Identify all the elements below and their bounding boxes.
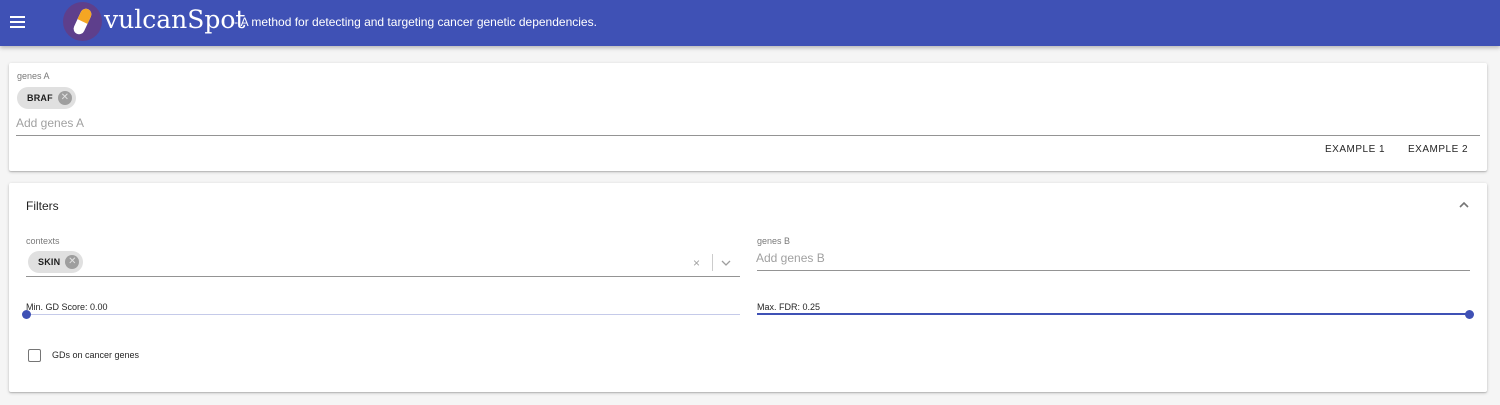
hamburger-menu-icon[interactable] (10, 16, 25, 29)
max-fdr-track[interactable] (757, 313, 1469, 315)
example-1-button[interactable]: EXAMPLE 1 (1325, 144, 1385, 156)
app-bar: vulcanSpot - A method for detecting and … (0, 0, 1500, 46)
genes-a-input[interactable] (16, 115, 1476, 131)
cancer-genes-checkbox[interactable] (28, 349, 41, 362)
context-chip-skin: SKIN ✕ (28, 251, 84, 273)
min-gd-score-rail[interactable] (26, 314, 740, 315)
filters-title[interactable]: Filters (26, 199, 59, 213)
filters-panel: Filters contexts SKIN ✕ × genes B Min. G… (9, 183, 1487, 392)
genes-b-label: genes B (757, 236, 791, 246)
genes-b-input[interactable] (756, 250, 1466, 266)
select-separator (712, 254, 713, 271)
genes-a-label: genes A (17, 71, 50, 81)
clear-icon[interactable]: × (693, 257, 700, 269)
app-tagline: - A method for detecting and targeting c… (234, 15, 597, 29)
chevron-down-icon[interactable] (720, 259, 732, 267)
min-gd-score-slider-thumb[interactable] (22, 310, 31, 319)
min-gd-score-label: Min. GD Score: 0.00 (26, 302, 108, 312)
max-fdr-label: Max. FDR: 0.25 (757, 302, 821, 312)
example-2-button[interactable]: EXAMPLE 2 (1408, 144, 1468, 156)
chip-remove-icon[interactable]: ✕ (65, 255, 80, 269)
chip-remove-icon[interactable]: ✕ (57, 91, 72, 105)
genes-a-underline (16, 135, 1480, 136)
gene-chip-label: BRAF (27, 93, 53, 103)
cancer-genes-checkbox-label[interactable]: GDs on cancer genes (52, 350, 139, 361)
gene-chip-braf: BRAF ✕ (17, 87, 76, 109)
pill-capsule-icon (63, 2, 102, 41)
chevron-up-icon[interactable] (1457, 200, 1471, 210)
genes-a-card: genes A BRAF ✕ EXAMPLE 1 EXAMPLE 2 (9, 63, 1487, 171)
contexts-underline (26, 276, 740, 277)
context-chip-label: SKIN (38, 257, 61, 267)
genes-b-underline (757, 270, 1470, 271)
max-fdr-slider-thumb[interactable] (1465, 310, 1474, 319)
contexts-label: contexts (26, 236, 60, 246)
app-title: vulcanSpot (104, 5, 246, 34)
